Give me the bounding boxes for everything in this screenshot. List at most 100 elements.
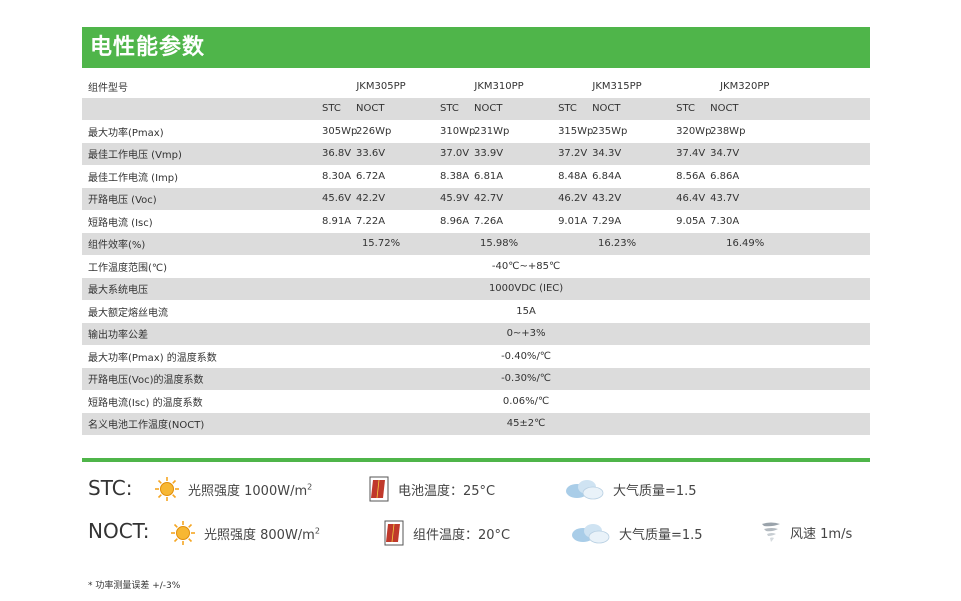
cloud-icon [572,524,610,544]
spacer-cell [754,210,870,233]
common-value: 0.06%/℃ [502,395,550,407]
noct-condition-label: NOCT: [88,519,150,543]
stc-irradiance: 光照强度 1000W/m2 [154,476,312,502]
spacer-cell [754,97,871,120]
stc-value: 310Wp [440,125,476,137]
stc-value: 305Wp [322,125,358,137]
section-title: 电性能参数 [82,27,870,68]
table-row: 工作温度范围(℃) -40℃~+85℃ [82,255,870,278]
noct-value: 7.26A [474,215,504,227]
noct-temperature-text: 组件温度：20°C [413,527,511,543]
stc-air-mass-text: 大气质量=1.5 [613,483,697,499]
row-label: 最佳工作电压 (Vmp) [82,142,322,165]
stc-value: 37.0V [440,142,475,165]
stc-header: STC [676,97,711,120]
solar-cell-icon [384,520,404,546]
table-row: 最大功率(Pmax) 305Wp 226Wp 310Wp 231Wp 315Wp 235Wp… [82,120,870,143]
stc-value: 8.96A [440,215,470,227]
noct-value: 6.86A [710,170,740,182]
table-row: 最大额定熔丝电流 15A [82,300,870,323]
model-name: JKM320PP [720,80,770,92]
stc-temperature: 电池温度：25°C [368,476,495,502]
table-row: 输出功率公差 0~+3% [82,322,871,345]
common-value: 15A [516,305,536,317]
model-name: JKM305PP [356,80,406,92]
divider [82,458,870,462]
table-row-conditions: STC NOCT STC NOCT STC NOCT STC NOCT [82,97,871,120]
stc-value: 46.2V [558,187,593,210]
cloud-icon [566,480,604,500]
table-row: 短路电流 (Isc) 8.91A 7.22A 8.96A 7.26A 9.01A 7.29A… [82,210,870,233]
noct-header: NOCT [474,97,519,120]
table-row: 开路电压 (Voc) 45.6V 42.2V 45.9V 42.7V 46.2V 43.2V… [82,187,871,210]
noct-value: 43.7V [710,187,755,210]
stc-value: 37.4V [676,142,711,165]
spacer-cell [636,165,676,188]
noct-value: 7.29A [592,215,622,227]
row-label: 组件效率(%) [82,232,322,255]
common-value: -0.40%/℃ [501,350,552,362]
table-row: 最大系统电压 1000VDC (IEC) [82,277,871,300]
noct-air-mass: 大气质量=1.5 [569,520,703,546]
noct-header: NOCT [710,97,755,120]
noct-value: 33.6V [356,142,400,165]
noct-temperature: 组件温度：20°C [383,520,510,546]
spacer-cell [636,97,677,120]
common-value: 0~+3% [322,322,871,345]
model-name: JKM315PP [592,80,642,92]
spacer-cell [754,142,871,165]
row-label: 组件型号 [88,82,128,94]
spacer-cell [400,210,440,233]
row-label: 输出功率公差 [82,322,322,345]
model-name: JKM310PP [474,80,524,92]
stc-value: 46.4V [676,187,711,210]
noct-wind: 风速 1m/s [760,520,852,544]
stc-header: STC [558,97,593,120]
spacer-cell [400,142,441,165]
noct-value: 235Wp [592,125,628,137]
stc-header: STC [440,97,475,120]
noct-value: 226Wp [356,125,392,137]
footnote: * 功率测量误差 +/-3% [88,581,181,591]
spacer-cell [754,120,870,143]
noct-value: 33.9V [474,142,519,165]
spacer-cell [400,165,440,188]
noct-wind-text: 风速 1m/s [790,526,853,542]
table-row: 最佳工作电流 (Imp) 8.30A 6.72A 8.38A 6.81A 8.48A 6.8… [82,165,870,188]
stc-condition-label: STC: [88,476,133,500]
table-row-efficiency: 组件效率(%) 15.72% 15.98% 16.23% 16.49% [82,232,871,255]
noct-value: 42.7V [474,187,519,210]
spacer-cell [636,142,677,165]
table-row: 开路电压(Voc)的温度系数 -0.30%/℃ [82,367,871,390]
stc-value: 9.05A [676,215,706,227]
common-value: -0.30%/℃ [322,367,871,390]
spacer-cell [754,165,870,188]
spacer-cell [518,142,559,165]
spacer-cell [518,120,558,143]
spacer-cell [518,210,558,233]
row-label: 短路电流(Isc) 的温度系数 [88,397,203,409]
common-value: 45±2℃ [322,412,871,435]
stc-header: STC [322,97,356,120]
stc-value: 8.56A [676,170,706,182]
spacer-cell [518,187,559,210]
stc-temperature-text: 电池温度：25°C [398,483,496,499]
sun-icon [171,521,195,545]
noct-value: 7.22A [356,215,386,227]
row-label: 最大系统电压 [82,277,322,300]
stc-value: 36.8V [322,142,356,165]
noct-value: 34.3V [592,142,637,165]
noct-irradiance: 光照强度 800W/m2 [170,520,320,546]
row-label [82,97,322,120]
spacer-cell [400,120,440,143]
stc-value: 320Wp [676,125,712,137]
stc-irradiance-text: 光照强度 1000W/m2 [188,482,313,499]
row-label: 最佳工作电流 (Imp) [88,172,179,184]
row-label: 最大功率(Pmax) 的温度系数 [88,352,217,364]
stc-value: 8.48A [558,170,588,182]
spacer-cell [400,187,441,210]
noct-air-mass-text: 大气质量=1.5 [619,527,703,543]
noct-value: 238Wp [710,125,746,137]
stc-value: 315Wp [558,125,594,137]
spacer-cell [636,120,676,143]
